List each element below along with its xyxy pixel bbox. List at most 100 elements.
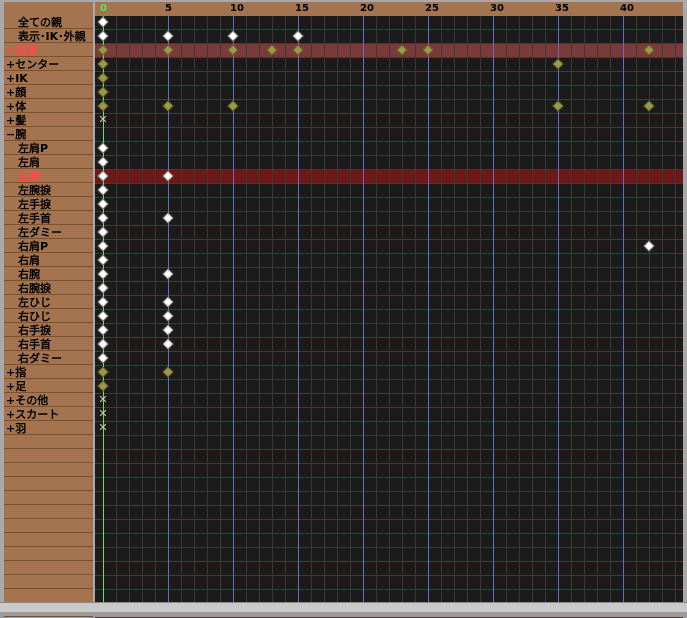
keyframe-diamond-icon[interactable] <box>162 100 174 112</box>
bone-label[interactable]: 右肩P <box>4 240 93 253</box>
keyframe-diamond-icon[interactable] <box>97 380 109 392</box>
keyframe-diamond-icon[interactable] <box>97 16 109 28</box>
keyframe-diamond-icon[interactable] <box>97 184 109 196</box>
keyframe-diamond-icon[interactable] <box>97 198 109 210</box>
bone-label[interactable]: 右手首 <box>4 338 93 351</box>
bone-label[interactable]: 右手捩 <box>4 324 93 337</box>
bone-label[interactable]: 左ひじ <box>4 296 93 309</box>
bone-label[interactable]: 右腕 <box>4 268 93 281</box>
bone-label[interactable]: 左手首 <box>4 212 93 225</box>
frame-line <box>324 16 325 602</box>
empty-label-row <box>4 576 93 589</box>
keyframe-diamond-icon[interactable] <box>162 212 174 224</box>
bone-label[interactable]: +体 <box>4 100 93 113</box>
ruler-tick-15: 15 <box>295 3 309 14</box>
frame-grid[interactable]: 0 5 10 15 20 25 30 35 40 ✕ ✕ ✕ ✕ <box>95 2 683 618</box>
keyframe-diamond-icon[interactable] <box>162 338 174 350</box>
bone-label[interactable]: +スカート <box>4 408 93 421</box>
ruler-tick-30: 30 <box>490 3 504 14</box>
keyframe-diamond-icon[interactable] <box>97 156 109 168</box>
keyframe-diamond-icon[interactable] <box>162 296 174 308</box>
bone-label[interactable]: 左腕 <box>4 170 93 183</box>
major-frame-line <box>298 16 299 602</box>
frame-ruler[interactable]: 0 5 10 15 20 25 30 35 40 <box>95 2 683 16</box>
bone-label[interactable]: 左ダミー <box>4 226 93 239</box>
keyframe-diamond-icon[interactable] <box>643 240 655 252</box>
keyframe-diamond-icon[interactable] <box>97 254 109 266</box>
keyframe-diamond-icon[interactable] <box>97 58 109 70</box>
frame-line <box>337 16 338 602</box>
bone-label[interactable]: 右腕捩 <box>4 282 93 295</box>
keyframe-diamond-icon[interactable] <box>552 58 564 70</box>
bone-label[interactable]: 左肩 <box>4 156 93 169</box>
frame-line <box>376 16 377 602</box>
empty-label-row <box>4 548 93 561</box>
bone-label-list[interactable]: 全ての親 表示･IK･外親 +表情 +センター +IK +顔 +体 +髪 −腕 左肩P 左肩 左腕 左腕… <box>4 2 93 617</box>
keyframe-cross-icon[interactable]: ✕ <box>98 114 108 125</box>
frame-line <box>532 16 533 602</box>
bone-label[interactable]: 右ひじ <box>4 310 93 323</box>
bone-label[interactable]: 左手捩 <box>4 198 93 211</box>
keyframe-diamond-icon[interactable] <box>162 30 174 42</box>
bone-label[interactable]: +センター <box>4 58 93 71</box>
bone-label[interactable]: +羽 <box>4 422 93 435</box>
frame-line <box>311 16 312 602</box>
keyframe-diamond-icon[interactable] <box>292 30 304 42</box>
frame-line <box>116 16 117 602</box>
keyframe-diamond-icon[interactable] <box>97 30 109 42</box>
bone-label[interactable]: 右肩 <box>4 254 93 267</box>
bone-label[interactable]: 右ダミー <box>4 352 93 365</box>
frame-line <box>194 16 195 602</box>
keyframe-diamond-icon[interactable] <box>97 142 109 154</box>
keyframe-diamond-icon[interactable] <box>227 100 239 112</box>
bone-label[interactable]: +指 <box>4 366 93 379</box>
major-frame-line <box>428 16 429 602</box>
bone-label[interactable]: +顔 <box>4 86 93 99</box>
keyframe-diamond-icon[interactable] <box>97 226 109 238</box>
keyframe-diamond-icon[interactable] <box>162 310 174 322</box>
keyframe-diamond-icon[interactable] <box>643 100 655 112</box>
keyframe-cross-icon[interactable]: ✕ <box>98 394 108 405</box>
frame-line <box>467 16 468 602</box>
keyframe-diamond-icon[interactable] <box>97 338 109 350</box>
keyframe-diamond-icon[interactable] <box>97 282 109 294</box>
bone-label[interactable]: +表情 <box>4 44 93 57</box>
empty-label-row <box>4 534 93 547</box>
keyframe-diamond-icon[interactable] <box>97 86 109 98</box>
keyframe-diamond-icon[interactable] <box>162 268 174 280</box>
keyframe-diamond-icon[interactable] <box>162 366 174 378</box>
bone-label[interactable]: +IK <box>4 72 93 85</box>
ruler-tick-5: 5 <box>165 3 172 14</box>
keyframe-diamond-icon[interactable] <box>227 30 239 42</box>
keyframe-diamond-icon[interactable] <box>97 310 109 322</box>
keyframe-diamond-icon[interactable] <box>97 296 109 308</box>
frame-line <box>272 16 273 602</box>
keyframe-diamond-icon[interactable] <box>97 366 109 378</box>
bone-label[interactable]: −腕 <box>4 128 93 141</box>
keyframe-diamond-icon[interactable] <box>162 324 174 336</box>
bone-label[interactable]: 左腕捩 <box>4 184 93 197</box>
empty-label-row <box>4 478 93 491</box>
bone-label[interactable]: +その他 <box>4 394 93 407</box>
frame-line <box>142 16 143 602</box>
keyframe-cross-icon[interactable]: ✕ <box>98 422 108 433</box>
empty-label-row <box>4 464 93 477</box>
keyframe-cross-icon[interactable]: ✕ <box>98 408 108 419</box>
frame-line <box>545 16 546 602</box>
frame-line <box>441 16 442 602</box>
bone-label[interactable]: 表示･IK･外親 <box>4 30 93 43</box>
keyframe-diamond-icon[interactable] <box>97 352 109 364</box>
keyframe-diamond-icon[interactable] <box>97 212 109 224</box>
keyframe-diamond-icon[interactable] <box>97 240 109 252</box>
keyframe-diamond-icon[interactable] <box>97 72 109 84</box>
bone-label[interactable]: 全ての親 <box>4 16 93 29</box>
major-frame-line <box>623 16 624 602</box>
keyframe-diamond-icon[interactable] <box>552 100 564 112</box>
bone-label[interactable]: 左肩P <box>4 142 93 155</box>
keyframe-diamond-icon[interactable] <box>97 100 109 112</box>
bone-label[interactable]: +足 <box>4 380 93 393</box>
bone-label[interactable]: +髪 <box>4 114 93 127</box>
ruler-tick-20: 20 <box>360 3 374 14</box>
keyframe-diamond-icon[interactable] <box>97 268 109 280</box>
keyframe-diamond-icon[interactable] <box>97 324 109 336</box>
